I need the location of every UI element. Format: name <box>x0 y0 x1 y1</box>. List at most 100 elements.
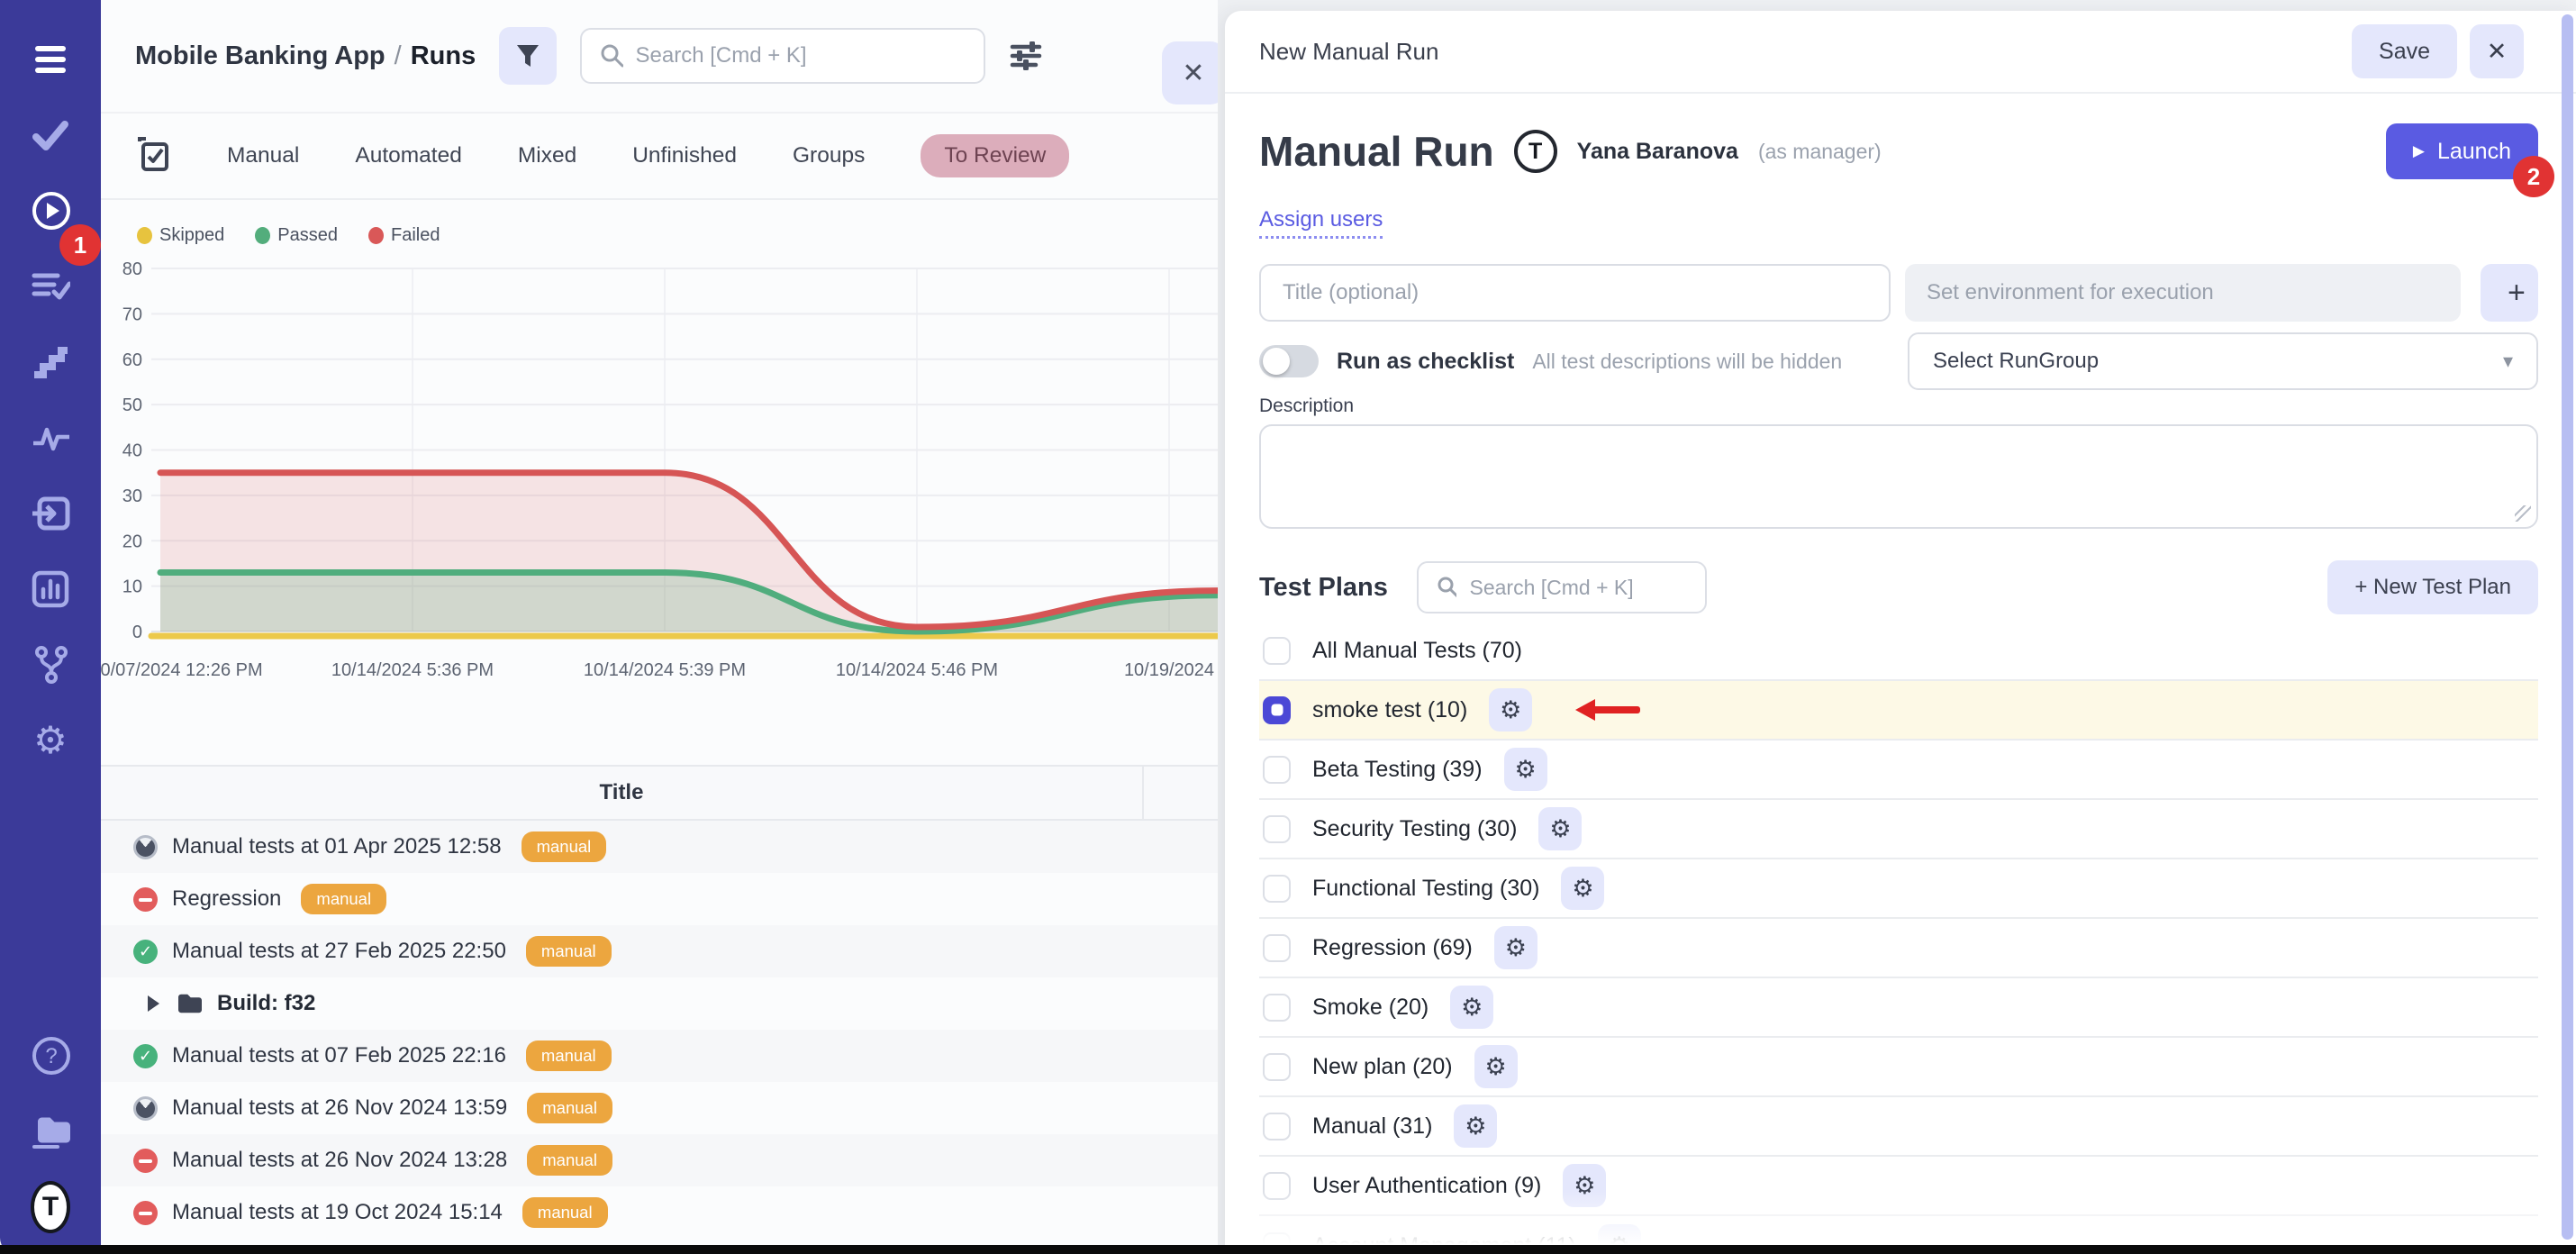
test-plan-checkbox[interactable] <box>1263 875 1291 903</box>
table-row[interactable]: Regression manual <box>101 873 1218 925</box>
test-plan-settings-button[interactable]: ⚙ <box>1494 926 1537 969</box>
runs-header: Mobile Banking App/Runs <box>101 0 1218 114</box>
help-icon[interactable]: ? <box>31 1036 70 1076</box>
breadcrumb-current: Runs <box>411 41 476 70</box>
test-plan-row[interactable]: Regression (69) ⚙ <box>1259 919 2538 978</box>
test-plan-checkbox[interactable] <box>1263 934 1291 962</box>
run-as-checklist-toggle[interactable] <box>1259 345 1319 377</box>
column-title[interactable]: Title <box>101 767 1142 819</box>
tab-automated[interactable]: Automated <box>355 143 462 168</box>
tab-to-review[interactable]: To Review <box>921 134 1069 177</box>
failed-dot-icon <box>368 227 384 244</box>
svg-text:30: 30 <box>122 486 142 506</box>
table-row[interactable]: Manual tests at 27 Feb 2025 22:50 manual <box>101 925 1218 977</box>
runs-panel-close-button[interactable]: ✕ <box>1162 41 1218 104</box>
toggle-knob <box>1263 348 1290 375</box>
test-plan-settings-button[interactable]: ⚙ <box>1504 748 1547 791</box>
test-plans-header: Test Plans + New Test Plan <box>1259 560 2538 614</box>
gear-icon: ⚙ <box>1549 817 1571 841</box>
table-row[interactable]: Manual tests at 07 Feb 2025 22:16 manual <box>101 1030 1218 1082</box>
table-row[interactable]: Manual tests at 26 Nov 2024 13:59 manual <box>101 1082 1218 1134</box>
runs-search-input[interactable] <box>636 43 966 68</box>
analytics-icon[interactable] <box>31 569 70 609</box>
test-plan-row[interactable]: Beta Testing (39) ⚙ <box>1259 741 2538 800</box>
table-row[interactable]: Manual tests at 01 Apr 2025 12:58 manual <box>101 821 1218 873</box>
add-environment-button[interactable]: + <box>2481 264 2538 322</box>
tab-unfinished[interactable]: Unfinished <box>632 143 737 168</box>
status-failed-icon <box>133 1149 158 1173</box>
expand-caret-icon[interactable] <box>148 995 159 1012</box>
steps-icon[interactable] <box>31 342 70 382</box>
svg-text:10/14/2024 5:39 PM: 10/14/2024 5:39 PM <box>584 660 746 680</box>
test-plan-checkbox[interactable] <box>1263 815 1291 843</box>
tab-groups[interactable]: Groups <box>793 143 865 168</box>
table-row-group[interactable]: Build: f32 <box>101 977 1218 1030</box>
test-plan-row[interactable]: Functional Testing (30) ⚙ <box>1259 859 2538 919</box>
new-test-plan-button[interactable]: + New Test Plan <box>2327 560 2538 614</box>
test-plan-row[interactable]: Manual (31) ⚙ <box>1259 1097 2538 1157</box>
test-plan-row[interactable]: Smoke (20) ⚙ <box>1259 978 2538 1038</box>
breadcrumb-project[interactable]: Mobile Banking App <box>135 41 385 70</box>
projects-folder-icon[interactable] <box>31 1112 70 1151</box>
test-plan-checkbox[interactable] <box>1263 1053 1291 1081</box>
settings-icon[interactable]: ⚙ <box>31 721 70 760</box>
runs-table: Title Manual tests at 01 Apr 2025 12:58 … <box>101 765 1218 1239</box>
select-runs-icon[interactable] <box>137 137 171 175</box>
adjustments-icon[interactable] <box>1009 36 1045 76</box>
test-plan-row-selected[interactable]: smoke test (10) ⚙ <box>1259 681 2538 741</box>
test-plan-row[interactable]: Security Testing (30) ⚙ <box>1259 800 2538 859</box>
test-plan-settings-button[interactable]: ⚙ <box>1489 688 1532 732</box>
test-plan-row[interactable]: All Manual Tests (70) <box>1259 622 2538 681</box>
description-textarea[interactable] <box>1259 424 2538 529</box>
table-row[interactable]: Manual tests at 26 Nov 2024 13:28 manual <box>101 1134 1218 1186</box>
test-plan-settings-button[interactable]: ⚙ <box>1561 867 1604 910</box>
runs-panel: ✕ Mobile Banking App/Runs Manual Automat… <box>101 0 1218 1254</box>
tab-manual[interactable]: Manual <box>227 143 299 168</box>
test-plan-settings-button[interactable]: ⚙ <box>1454 1104 1497 1148</box>
pulse-icon[interactable] <box>31 418 70 458</box>
test-plan-row[interactable]: User Authentication (9) ⚙ <box>1259 1157 2538 1216</box>
svg-text:20: 20 <box>122 532 142 551</box>
run-title-input[interactable] <box>1259 264 1891 322</box>
tests-check-icon[interactable] <box>31 115 70 155</box>
sidebar: ⚙ ? T <box>0 0 101 1254</box>
svg-text:50: 50 <box>122 395 142 415</box>
environment-input[interactable] <box>1905 264 2461 322</box>
import-icon[interactable] <box>31 494 70 533</box>
logo-avatar[interactable]: T <box>31 1187 70 1227</box>
test-plan-row[interactable]: New plan (20) ⚙ <box>1259 1038 2538 1097</box>
vertical-scrollbar[interactable] <box>2562 14 2573 1240</box>
manager-avatar[interactable]: T <box>1514 130 1557 173</box>
manual-badge: manual <box>526 936 612 967</box>
results-list-check-icon[interactable] <box>31 267 70 306</box>
test-plan-settings-button[interactable]: ⚙ <box>1450 986 1493 1029</box>
rungroup-select[interactable]: Select RunGroup ▾ <box>1908 332 2538 390</box>
runs-play-icon[interactable] <box>31 191 70 231</box>
test-plan-checkbox[interactable] <box>1263 994 1291 1022</box>
test-plan-settings-button[interactable]: ⚙ <box>1563 1164 1606 1207</box>
manager-name: Yana Baranova <box>1577 139 1738 165</box>
checklist-hint: All test descriptions will be hidden <box>1532 350 1842 374</box>
test-plan-checkbox[interactable] <box>1263 1172 1291 1200</box>
test-plan-checkbox[interactable] <box>1263 756 1291 784</box>
search-icon <box>600 43 622 68</box>
test-plans-search-input[interactable] <box>1469 576 1686 600</box>
manual-badge: manual <box>526 1040 612 1071</box>
runs-search[interactable] <box>580 28 985 84</box>
status-passed-icon <box>133 1044 158 1068</box>
test-plan-checkbox[interactable] <box>1263 1113 1291 1140</box>
branch-icon[interactable] <box>31 645 70 685</box>
test-plan-settings-button[interactable]: ⚙ <box>1474 1045 1518 1088</box>
close-icon[interactable]: ✕ <box>2470 24 2524 78</box>
menu-icon[interactable] <box>31 40 70 79</box>
tab-mixed[interactable]: Mixed <box>518 143 576 168</box>
test-plan-settings-button[interactable]: ⚙ <box>1538 807 1582 850</box>
assign-users-link[interactable]: Assign users <box>1259 207 1383 239</box>
table-row[interactable]: Manual tests at 19 Oct 2024 15:14 manual <box>101 1186 1218 1239</box>
test-plans-search[interactable] <box>1417 561 1707 613</box>
test-plan-checkbox-checked[interactable] <box>1263 696 1291 724</box>
save-button[interactable]: Save <box>2352 24 2457 78</box>
checklist-label: Run as checklist <box>1337 349 1514 375</box>
filter-button[interactable] <box>499 27 557 85</box>
test-plan-checkbox[interactable] <box>1263 637 1291 665</box>
